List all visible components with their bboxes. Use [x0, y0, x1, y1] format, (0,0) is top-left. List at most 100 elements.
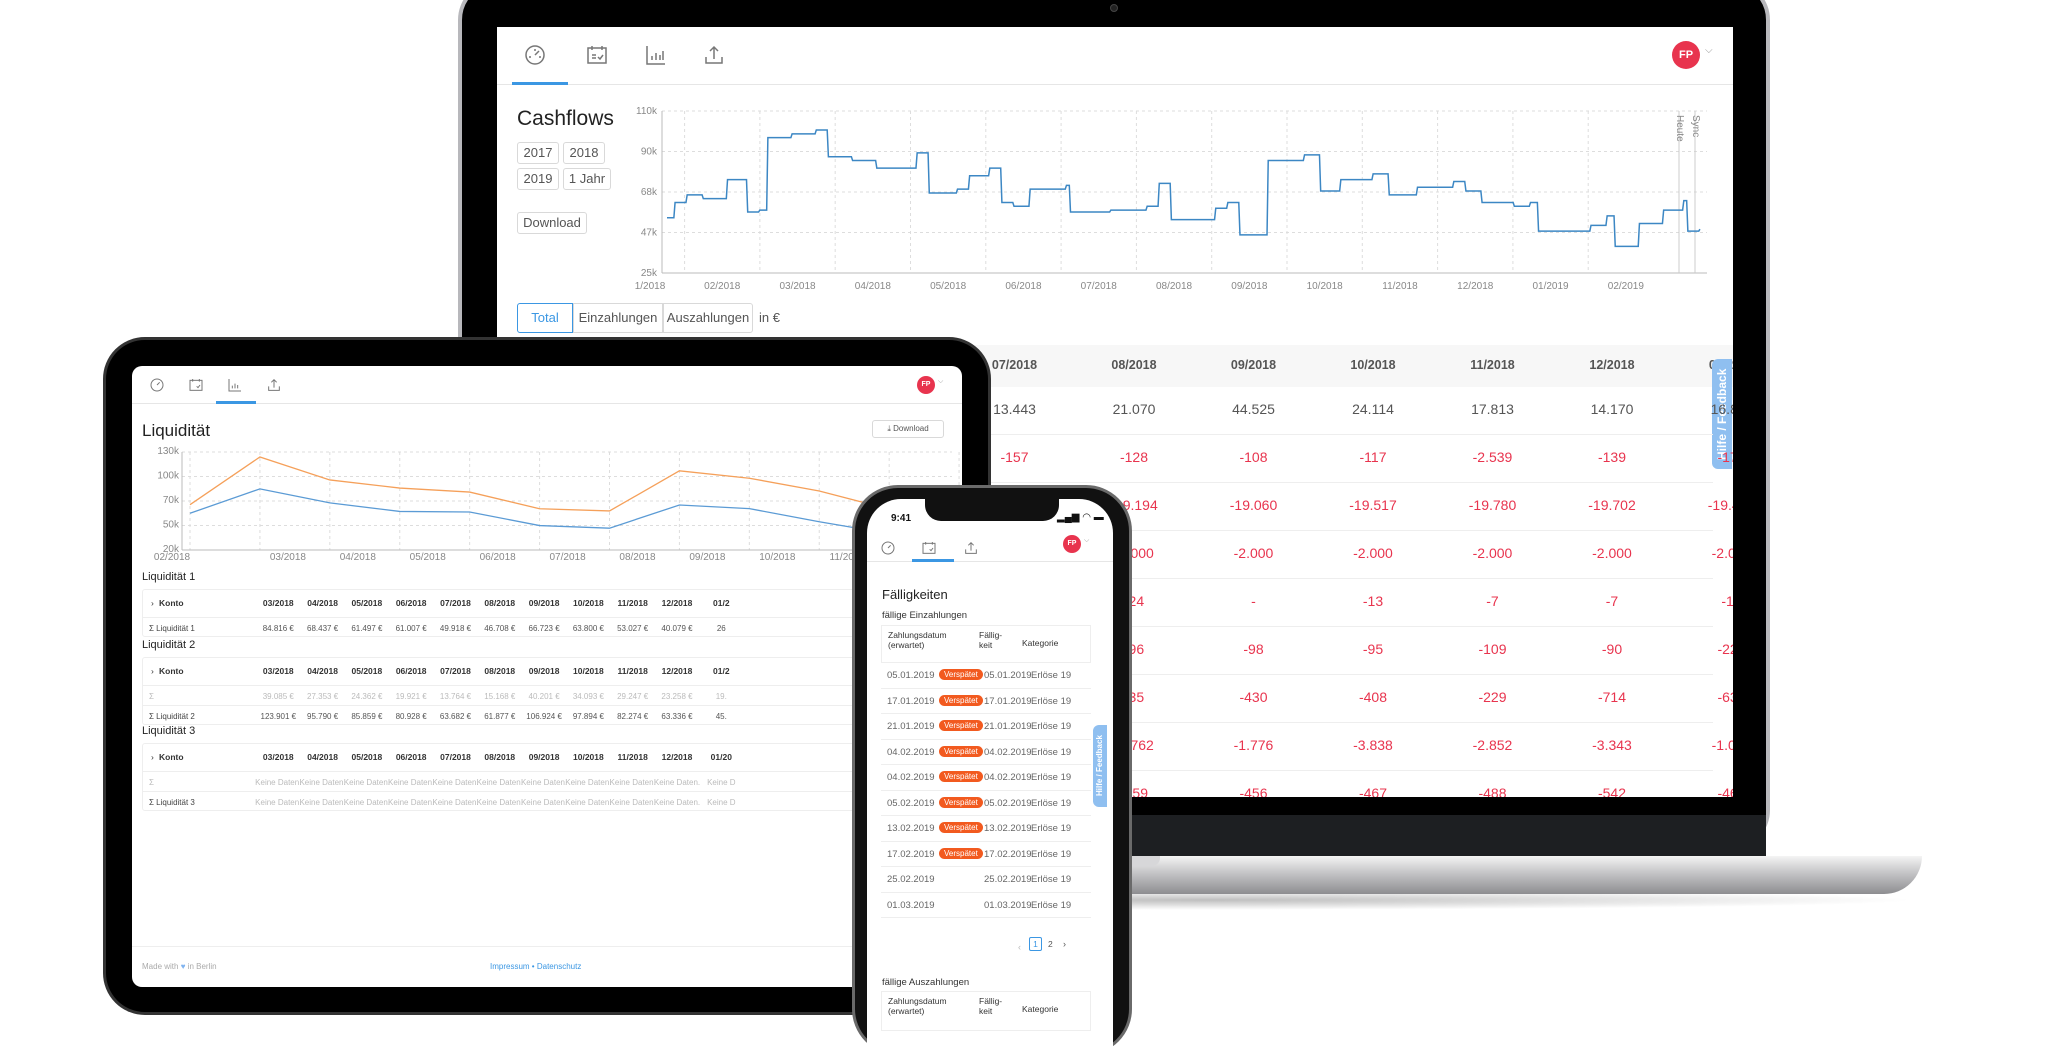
pagination-page-2[interactable]: 2 — [1048, 939, 1053, 949]
bar-chart-icon[interactable] — [643, 43, 669, 69]
late-badge: Verspätet — [939, 847, 983, 859]
chevron-right-icon[interactable]: › — [151, 666, 154, 676]
incoming-table-header: Zahlungsdatum (erwartet) Fällig-keit Kat… — [881, 625, 1091, 663]
table-cell: -221 — [1717, 641, 1733, 657]
table-cell: -95 — [1362, 641, 1384, 657]
table-cell: -488 — [1478, 785, 1507, 797]
payment-date: 01.03.2019 — [887, 899, 935, 911]
late-badge: Verspätet — [939, 694, 983, 706]
table-cell: -98 — [1243, 641, 1264, 657]
section-title: Liquidität 1 — [142, 571, 196, 583]
row-label: Σ — [149, 692, 154, 701]
konto-header[interactable]: › Konto — [151, 752, 217, 762]
pagination-next[interactable]: › — [1063, 939, 1066, 949]
download-button[interactable]: Download — [517, 212, 587, 234]
table-row: 05.02.2019 Verspätet 05.02.2019 Erlöse 19 — [881, 791, 1091, 816]
tab-total[interactable]: Total — [517, 303, 573, 333]
x-tick-label: 04/2018 — [855, 281, 892, 292]
header-kategorie[interactable]: Kategorie — [1022, 1004, 1058, 1014]
column-header[interactable]: 11/2018 — [1453, 358, 1533, 372]
x-tick-label: 05/2018 — [930, 281, 967, 292]
table-cell: -430 — [1239, 689, 1268, 705]
header-faelligkeit[interactable]: Fällig-keit — [979, 996, 1009, 1016]
chevron-down-icon[interactable]: ⌵ — [1705, 45, 1713, 56]
upload-icon[interactable] — [701, 43, 727, 69]
table-cell: -19.060 — [1229, 497, 1278, 513]
x-tick-label: 1/2018 — [635, 281, 666, 292]
column-header[interactable]: 10/2018 — [1333, 358, 1413, 372]
row-label: Σ — [149, 778, 154, 787]
header-faelligkeit[interactable]: Fällig-keit — [979, 630, 1009, 650]
section-title: Liquidität 3 — [142, 725, 196, 737]
phone-notch — [925, 499, 1059, 521]
category: Erlöse 19 — [1031, 695, 1072, 707]
one-year-button[interactable]: 1 Jahr — [563, 168, 611, 190]
column-header[interactable]: 08/2018 — [1094, 358, 1174, 372]
datenschutz-link[interactable]: Datenschutz — [537, 962, 581, 971]
download-button[interactable]: ⤓ Download — [872, 420, 944, 438]
konto-header[interactable]: › Konto — [151, 666, 217, 676]
year-2017-button[interactable]: 2017 — [517, 142, 559, 164]
category: Erlöse 19 — [1031, 874, 1072, 885]
payment-date: 05.02.2019 — [887, 797, 935, 809]
payment-date: 13.02.2019 — [887, 823, 935, 834]
upload-icon[interactable] — [962, 537, 980, 555]
table-cell: Keine D — [707, 778, 736, 787]
table-cell: 17.813 — [1471, 401, 1514, 417]
table-cell: -408 — [1358, 689, 1388, 705]
table-cell: -2.000 — [1711, 545, 1733, 561]
tab-einzahlungen[interactable]: Einzahlungen — [573, 303, 663, 333]
calendar-check-icon[interactable] — [584, 43, 610, 69]
dashboard-gauge-icon[interactable] — [522, 43, 548, 69]
payment-date: 21.01.2019 — [887, 721, 935, 732]
header-kategorie[interactable]: Kategorie — [1022, 638, 1058, 648]
pagination-prev[interactable]: ‹ — [1018, 942, 1021, 952]
table-cell: -19.702 — [1588, 497, 1636, 513]
user-avatar[interactable]: FP — [1672, 41, 1700, 69]
table-cell: -2.000 — [1233, 545, 1274, 561]
footer-divider — [132, 946, 962, 947]
user-avatar[interactable]: FP — [917, 376, 935, 394]
due-date: 17.02.2019 — [984, 848, 1032, 860]
header-zahlungsdatum[interactable]: Zahlungsdatum (erwartet) — [888, 630, 958, 650]
tab-auszahlungen[interactable]: Auszahlungen — [663, 303, 753, 333]
payment-date: 04.02.2019 — [887, 772, 935, 783]
calendar-check-icon[interactable] — [187, 374, 205, 392]
y-tick-label: 100k — [157, 471, 180, 482]
upload-icon[interactable] — [265, 374, 283, 392]
table-row: Σ 39.085 €27.353 €24.362 €19.921 €13.764 … — [143, 686, 962, 706]
status-time: 9:41 — [891, 513, 912, 524]
table-cell: -2.000 — [1353, 545, 1393, 561]
column-header[interactable]: 09/2018 — [1214, 358, 1294, 372]
column-header[interactable]: 12/2018 — [1572, 358, 1652, 372]
header-zahlungsdatum[interactable]: Zahlungsdatum (erwartet) — [888, 996, 958, 1016]
chevron-right-icon[interactable]: › — [151, 752, 154, 762]
dashboard-gauge-icon[interactable] — [879, 537, 897, 555]
table-cell: 19. — [715, 692, 727, 701]
chevron-right-icon[interactable]: › — [151, 598, 154, 608]
table-cell: - — [1251, 593, 1256, 609]
table-cell: -174 — [1717, 449, 1733, 465]
chevron-down-icon[interactable]: ⌵ — [1084, 537, 1089, 545]
chevron-down-icon[interactable]: ⌵ — [938, 378, 943, 386]
pagination-page-1[interactable]: 1 — [1029, 937, 1042, 951]
category: Erlöse 19 — [1031, 848, 1072, 860]
user-avatar[interactable]: FP — [1063, 535, 1081, 553]
konto-header[interactable]: › Konto — [151, 598, 217, 608]
table-cell: -109 — [1478, 641, 1507, 657]
dashboard-gauge-icon[interactable] — [148, 374, 166, 392]
year-2018-button[interactable]: 2018 — [563, 142, 605, 164]
table-cell: -2.539 — [1472, 449, 1513, 465]
y-tick-label: 25k — [641, 268, 658, 279]
year-2019-button[interactable]: 2019 — [517, 168, 559, 190]
table-cell: 45. — [715, 712, 727, 721]
late-badge: Verspätet — [939, 796, 983, 808]
calendar-check-icon[interactable] — [920, 537, 938, 555]
feedback-tab[interactable]: Hilfe / Feedback — [1093, 725, 1107, 807]
bar-chart-icon[interactable] — [226, 374, 244, 392]
table-cell: -637 — [1717, 689, 1733, 705]
y-tick-label: 47k — [641, 228, 658, 239]
impressum-link[interactable]: Impressum — [490, 962, 530, 971]
payment-date: 25.02.2019 — [887, 874, 935, 885]
footer-links: Impressum • Datenschutz — [490, 962, 582, 971]
